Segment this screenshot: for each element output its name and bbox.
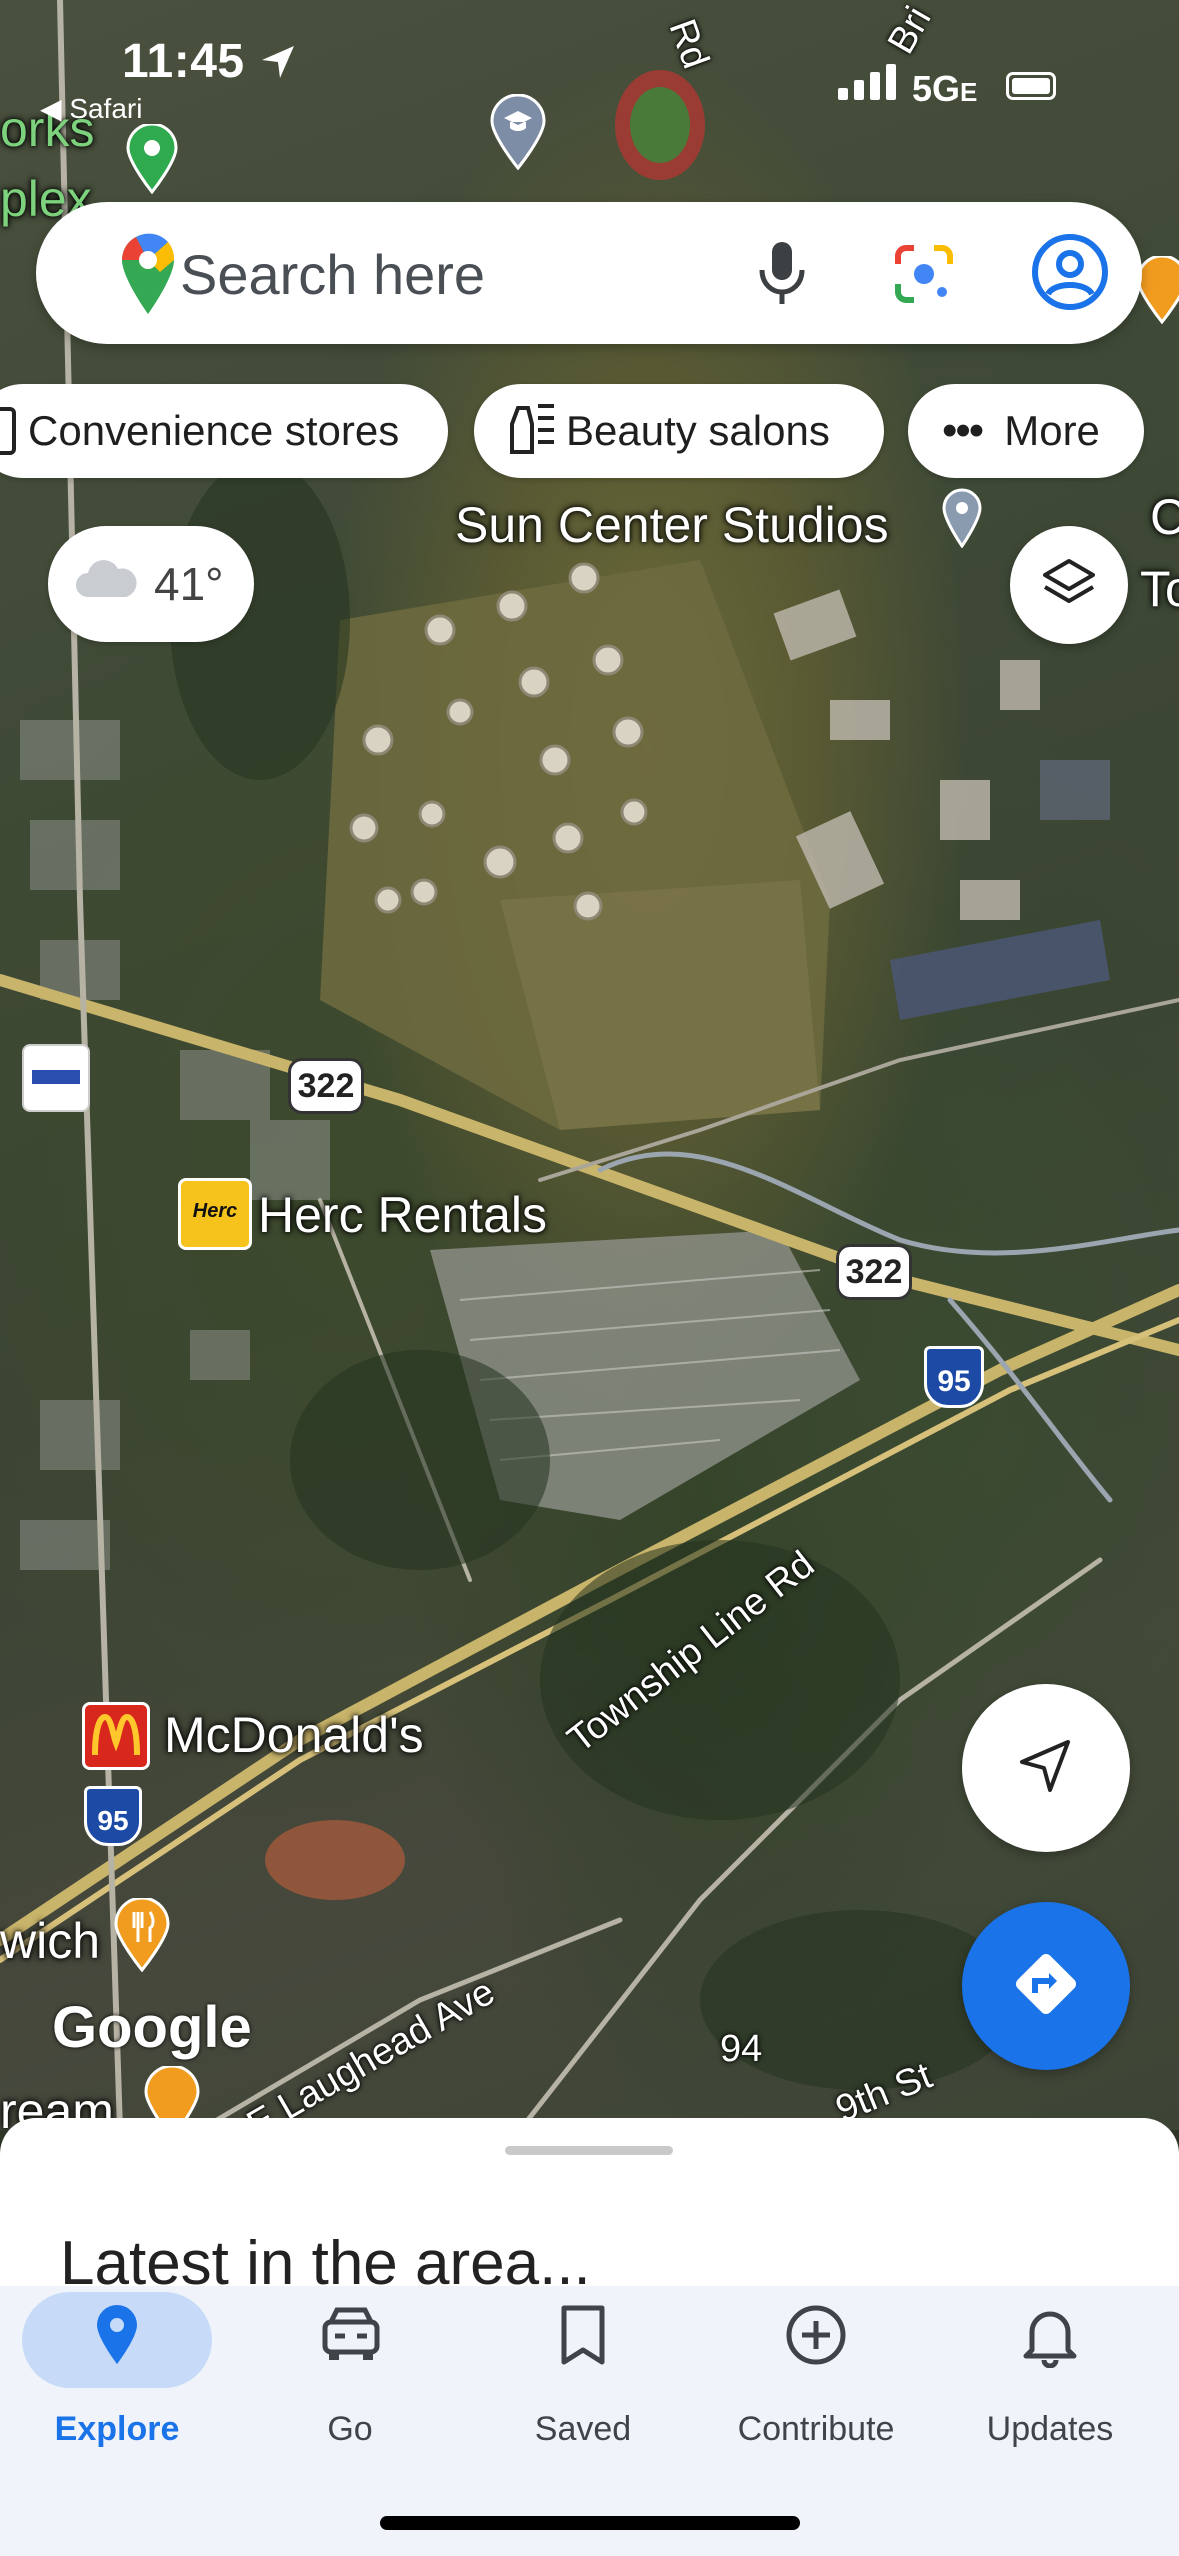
bell-icon [1022,2304,1078,2373]
network-type: 5GE [912,68,977,110]
chip-label: Convenience stores [28,407,400,454]
us-route-shield-322-2: 322 [836,1244,912,1300]
chip-beauty-salons[interactable]: Beauty salons [474,384,884,478]
my-location-button[interactable] [962,1684,1130,1852]
map-pin-icon[interactable] [942,488,982,548]
nav-go[interactable]: Go [250,2298,450,2458]
bookmark-icon [558,2304,608,2371]
place-label-sun-center-studios[interactable]: Sun Center Studios [455,496,889,554]
nav-label: Go [327,2410,373,2448]
beauty-salon-icon [502,396,558,466]
chip-label: Beauty salons [566,407,830,454]
status-time: 11:45 [122,35,245,88]
signal-icon [838,62,902,102]
weather-badge[interactable]: 41° [48,526,254,642]
layers-icon [1041,555,1097,616]
place-label-c[interactable]: C [1150,488,1179,546]
car-icon [315,2304,385,2369]
herc-logo-text: Herc [192,1200,238,1222]
battery-icon [1006,72,1056,100]
back-to-safari[interactable]: ◀ Safari [40,92,142,125]
place-label-to[interactable]: To [1140,560,1179,618]
convenience-store-icon [0,407,16,455]
cloud-icon [74,557,140,612]
nav-label: Explore [54,2410,180,2448]
chip-more[interactable]: ••• More [908,384,1144,478]
directions-icon [1011,1949,1081,2024]
weather-temperature: 41° [154,558,224,610]
chip-label: More [1004,407,1100,454]
google-maps-logo-icon [120,232,176,321]
directions-button[interactable] [962,1902,1130,2070]
nav-label: Contribute [737,2410,895,2448]
business-logo-icon[interactable] [22,1044,90,1112]
network-suffix: E [960,77,978,107]
home-indicator [380,2516,800,2530]
us-route-shield-322: 322 [288,1058,364,1114]
nav-contribute[interactable]: Contribute [716,2298,916,2458]
layers-button[interactable] [1010,526,1128,644]
sheet-drag-handle[interactable] [505,2146,673,2155]
place-label-wich[interactable]: wich [0,1912,100,1970]
road-label-94: 94 [720,2028,763,2070]
nav-saved[interactable]: Saved [483,2298,683,2458]
google-lens-icon[interactable] [892,242,956,311]
account-avatar-icon[interactable] [1030,232,1110,317]
chip-convenience-stores[interactable]: Convenience stores [0,384,448,478]
microphone-icon[interactable] [754,238,810,313]
nav-updates[interactable]: Updates [950,2298,1150,2458]
mcdonalds-logo-icon[interactable] [82,1702,150,1770]
nav-label: Saved [534,2410,632,2448]
navigation-arrow-icon [1014,1734,1078,1803]
more-dots-icon: ••• [942,406,984,455]
nav-explore[interactable]: Explore [17,2298,217,2458]
google-attribution: Google [52,1995,252,2060]
add-circle-icon [785,2304,847,2371]
interstate-shield-95-2: 95 [84,1786,142,1846]
store-pin-icon[interactable] [1136,256,1179,324]
nav-label: Updates [986,2410,1114,2448]
search-input[interactable]: Search here [180,242,485,307]
location-pin-icon [95,2304,139,2371]
restaurant-pin-icon[interactable] [114,1898,170,1972]
status-bar: 11:45 ◀ Safari 5GE [0,0,1179,124]
place-label-herc-rentals[interactable]: Herc Rentals [258,1186,547,1244]
interstate-shield-95: 95 [924,1346,984,1408]
herc-logo-icon[interactable]: Herc [178,1178,252,1250]
location-arrow-icon [258,42,298,87]
park-pin-icon[interactable] [126,124,178,194]
network-label: 5G [912,68,961,109]
place-label-mcdonalds[interactable]: McDonald's [164,1706,424,1764]
search-bar[interactable]: Search here [36,202,1142,344]
